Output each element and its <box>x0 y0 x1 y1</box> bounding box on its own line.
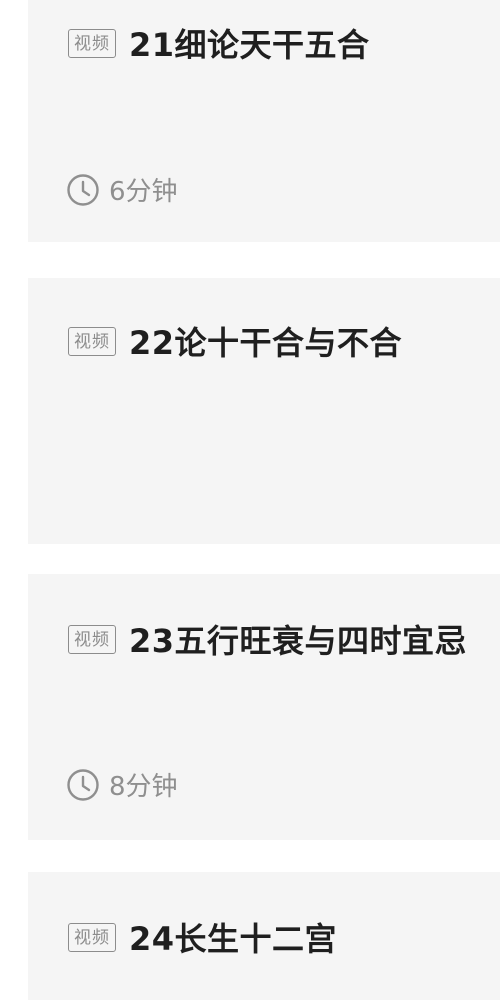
course-title: 23五行旺衰与四时宜忌 <box>129 622 468 660</box>
course-card[interactable]: 视频 21细论天干五合 6分钟 <box>28 0 500 242</box>
course-title: 22论十干合与不合 <box>129 324 403 362</box>
course-title: 21细论天干五合 <box>129 26 370 64</box>
clock-icon <box>67 768 99 801</box>
course-title-row: 视频 24长生十二宫 <box>68 914 337 960</box>
video-badge: 视频 <box>68 922 116 952</box>
duration-text: 8分钟 <box>109 772 178 802</box>
course-duration: 6分钟 <box>66 171 178 208</box>
duration-text: 6分钟 <box>109 177 178 207</box>
course-card[interactable]: 视频 22论十干合与不合 <box>28 278 500 544</box>
video-badge: 视频 <box>68 326 116 356</box>
course-title-row: 视频 22论十干合与不合 <box>68 318 402 364</box>
course-card[interactable]: 视频 24长生十二宫 <box>28 872 500 1000</box>
course-duration: 8分钟 <box>66 766 178 803</box>
course-title-row: 视频 23五行旺衰与四时宜忌 <box>68 616 467 662</box>
clock-icon <box>67 173 99 206</box>
course-list: 视频 21细论天干五合 6分钟 视频 22论十干合与不合 视频 23五行旺衰与四… <box>0 0 500 1000</box>
course-title: 24长生十二宫 <box>129 920 338 958</box>
course-card[interactable]: 视频 23五行旺衰与四时宜忌 8分钟 <box>28 574 500 840</box>
video-badge: 视频 <box>68 28 116 58</box>
video-badge: 视频 <box>68 624 116 654</box>
course-title-row: 视频 21细论天干五合 <box>68 20 370 66</box>
